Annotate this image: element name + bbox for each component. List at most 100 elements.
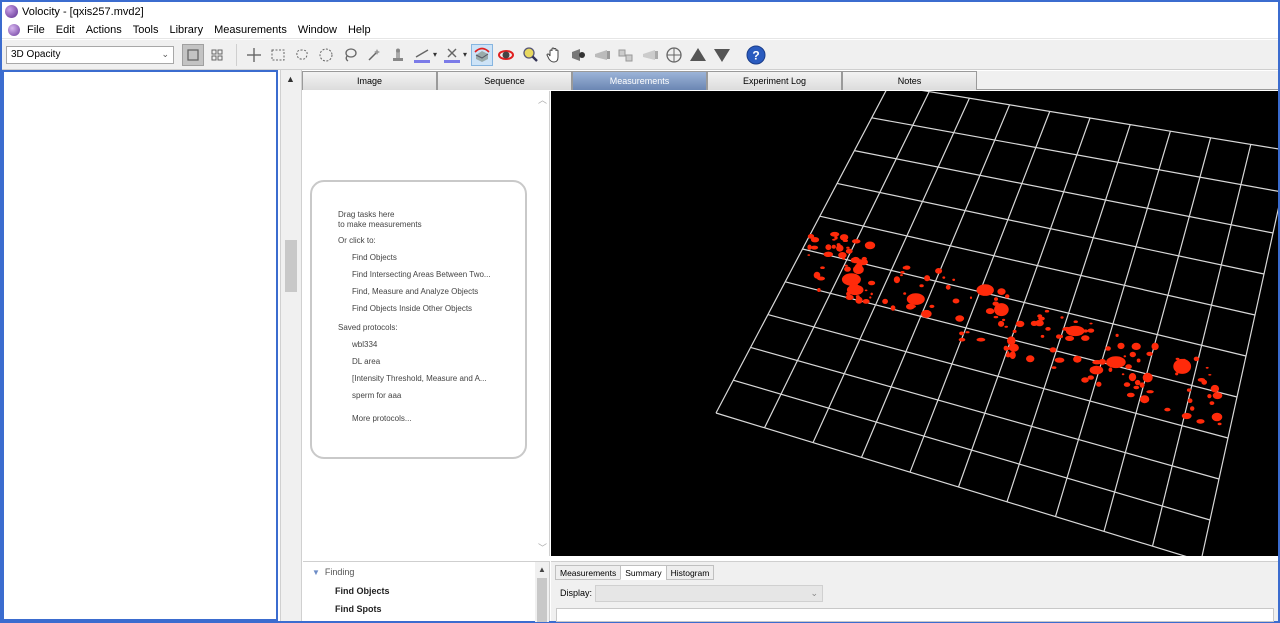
rectangle-select-icon[interactable] bbox=[267, 44, 289, 66]
rendered-object bbox=[1126, 392, 1135, 398]
rendered-object bbox=[1073, 320, 1078, 323]
tab-measurements[interactable]: Measurements bbox=[572, 71, 707, 90]
rendered-object bbox=[1026, 355, 1035, 363]
help-icon[interactable]: ? bbox=[745, 44, 767, 66]
task-find-spots[interactable]: Find Spots bbox=[335, 604, 382, 614]
freehand-select-icon[interactable] bbox=[291, 44, 313, 66]
tab-image[interactable]: Image bbox=[302, 71, 437, 90]
action-find-objects[interactable]: Find Objects bbox=[338, 249, 525, 266]
view-mode-select[interactable]: 3D Opacity ⌄ bbox=[6, 45, 174, 64]
down-arrow-icon[interactable] bbox=[711, 44, 733, 66]
rendered-object bbox=[1060, 316, 1064, 319]
fly-icon[interactable] bbox=[567, 44, 589, 66]
rendered-object bbox=[842, 239, 848, 242]
ellipse-select-icon[interactable] bbox=[315, 44, 337, 66]
scrollbar-thumb[interactable] bbox=[537, 578, 547, 622]
saved-protocol-item[interactable]: [Intensity Threshold, Measure and A... bbox=[338, 370, 525, 387]
results-tab-summary[interactable]: Summary bbox=[620, 565, 667, 580]
rendered-object bbox=[864, 241, 876, 250]
scroll-up-icon[interactable]: ▲ bbox=[538, 565, 546, 574]
menu-measurements[interactable]: Measurements bbox=[214, 24, 287, 36]
rendered-object bbox=[1108, 367, 1113, 373]
rendered-object bbox=[1035, 319, 1044, 327]
rendered-object bbox=[1106, 356, 1126, 369]
tab-experiment-log[interactable]: Experiment Log bbox=[707, 71, 842, 90]
point-tool-icon[interactable] bbox=[441, 44, 463, 66]
collapse-up-icon[interactable]: ▲ bbox=[286, 74, 295, 84]
rendered-object bbox=[903, 292, 907, 295]
action-find-objects-inside[interactable]: Find Objects Inside Other Objects bbox=[338, 300, 525, 317]
rendered-object bbox=[1196, 419, 1205, 424]
line-tool-dropdown-icon[interactable]: ▾ bbox=[433, 50, 437, 59]
3d-render-viewport[interactable] bbox=[551, 91, 1278, 556]
rendered-object bbox=[832, 238, 836, 241]
task-find-objects[interactable]: Find Objects bbox=[335, 586, 390, 596]
orbit-icon[interactable] bbox=[495, 44, 517, 66]
rendered-object bbox=[1105, 346, 1111, 351]
rendered-object bbox=[924, 275, 931, 282]
scroll-up-icon[interactable]: ︿ bbox=[538, 93, 547, 106]
point-tool-dropdown-icon[interactable]: ▾ bbox=[463, 50, 467, 59]
results-tab-measurements[interactable]: Measurements bbox=[555, 565, 622, 580]
up-arrow-icon[interactable] bbox=[687, 44, 709, 66]
library-panel[interactable] bbox=[2, 70, 278, 621]
rendered-object bbox=[1181, 412, 1192, 420]
line-tool-icon[interactable] bbox=[411, 44, 433, 66]
saved-protocol-item[interactable]: sperm for aaa bbox=[338, 387, 525, 404]
finding-group-header[interactable]: ▼ Finding bbox=[312, 567, 354, 577]
menu-bar: File Edit Actions Tools Library Measurem… bbox=[2, 21, 1278, 39]
target-icon[interactable] bbox=[663, 44, 685, 66]
menu-actions[interactable]: Actions bbox=[86, 24, 122, 36]
menu-tools[interactable]: Tools bbox=[133, 24, 159, 36]
display-select[interactable]: ⌄ bbox=[595, 585, 823, 602]
crosshair-icon[interactable] bbox=[243, 44, 265, 66]
app-logo-icon bbox=[5, 5, 18, 18]
rendered-object bbox=[1007, 351, 1010, 354]
stamp-icon[interactable] bbox=[387, 44, 409, 66]
rotate-3d-icon[interactable] bbox=[471, 43, 494, 66]
clip-plane-2-icon[interactable] bbox=[639, 44, 661, 66]
magic-wand-icon[interactable] bbox=[363, 44, 385, 66]
task-library-scrollbar[interactable]: ▲ bbox=[535, 562, 549, 622]
light-icon[interactable] bbox=[615, 44, 637, 66]
panel-splitter[interactable]: ▲ bbox=[280, 70, 302, 621]
menu-window[interactable]: Window bbox=[298, 24, 337, 36]
menu-library[interactable]: Library bbox=[169, 24, 203, 36]
saved-protocol-item[interactable]: DL area bbox=[338, 353, 525, 370]
grid-view-icon[interactable] bbox=[206, 44, 228, 66]
expand-triangle-icon[interactable]: ▼ bbox=[312, 568, 320, 577]
menu-help[interactable]: Help bbox=[348, 24, 371, 36]
action-find-measure-analyze[interactable]: Find, Measure and Analyze Objects bbox=[338, 283, 525, 300]
rendered-object bbox=[903, 265, 911, 270]
tab-notes[interactable]: Notes bbox=[842, 71, 977, 90]
saved-protocols-label: Saved protocols: bbox=[338, 323, 398, 332]
menu-edit[interactable]: Edit bbox=[56, 24, 75, 36]
rendered-object bbox=[1045, 327, 1051, 331]
volume-render[interactable] bbox=[551, 91, 1278, 556]
zoom-icon[interactable] bbox=[519, 44, 541, 66]
rendered-object bbox=[1007, 336, 1016, 345]
rendered-object bbox=[868, 280, 876, 286]
task-drop-zone[interactable]: Drag tasks here to make measurements Or … bbox=[310, 180, 527, 459]
lasso-icon[interactable] bbox=[339, 44, 361, 66]
rendered-object bbox=[1096, 381, 1102, 387]
scroll-down-icon[interactable]: ﹀ bbox=[538, 541, 547, 554]
document-menu-icon[interactable] bbox=[8, 23, 20, 36]
rendered-object bbox=[817, 276, 825, 281]
results-tab-histogram[interactable]: Histogram bbox=[665, 565, 715, 580]
rendered-object bbox=[870, 292, 873, 296]
rendered-object bbox=[1139, 395, 1150, 404]
rendered-object bbox=[994, 297, 998, 301]
hand-pan-icon[interactable] bbox=[543, 44, 565, 66]
rendered-object bbox=[807, 254, 811, 256]
svg-text:?: ? bbox=[752, 48, 759, 62]
saved-protocol-item[interactable]: wbl334 bbox=[338, 336, 525, 353]
action-find-intersecting-areas[interactable]: Find Intersecting Areas Between Two... bbox=[338, 266, 525, 283]
splitter-scrollbar-thumb[interactable] bbox=[285, 240, 297, 292]
single-view-icon[interactable] bbox=[182, 43, 204, 66]
results-table-area[interactable] bbox=[556, 608, 1274, 622]
menu-file[interactable]: File bbox=[27, 24, 45, 36]
clip-plane-icon[interactable] bbox=[591, 44, 613, 66]
more-protocols-link[interactable]: More protocols... bbox=[338, 410, 525, 427]
tab-sequence[interactable]: Sequence bbox=[437, 71, 572, 90]
